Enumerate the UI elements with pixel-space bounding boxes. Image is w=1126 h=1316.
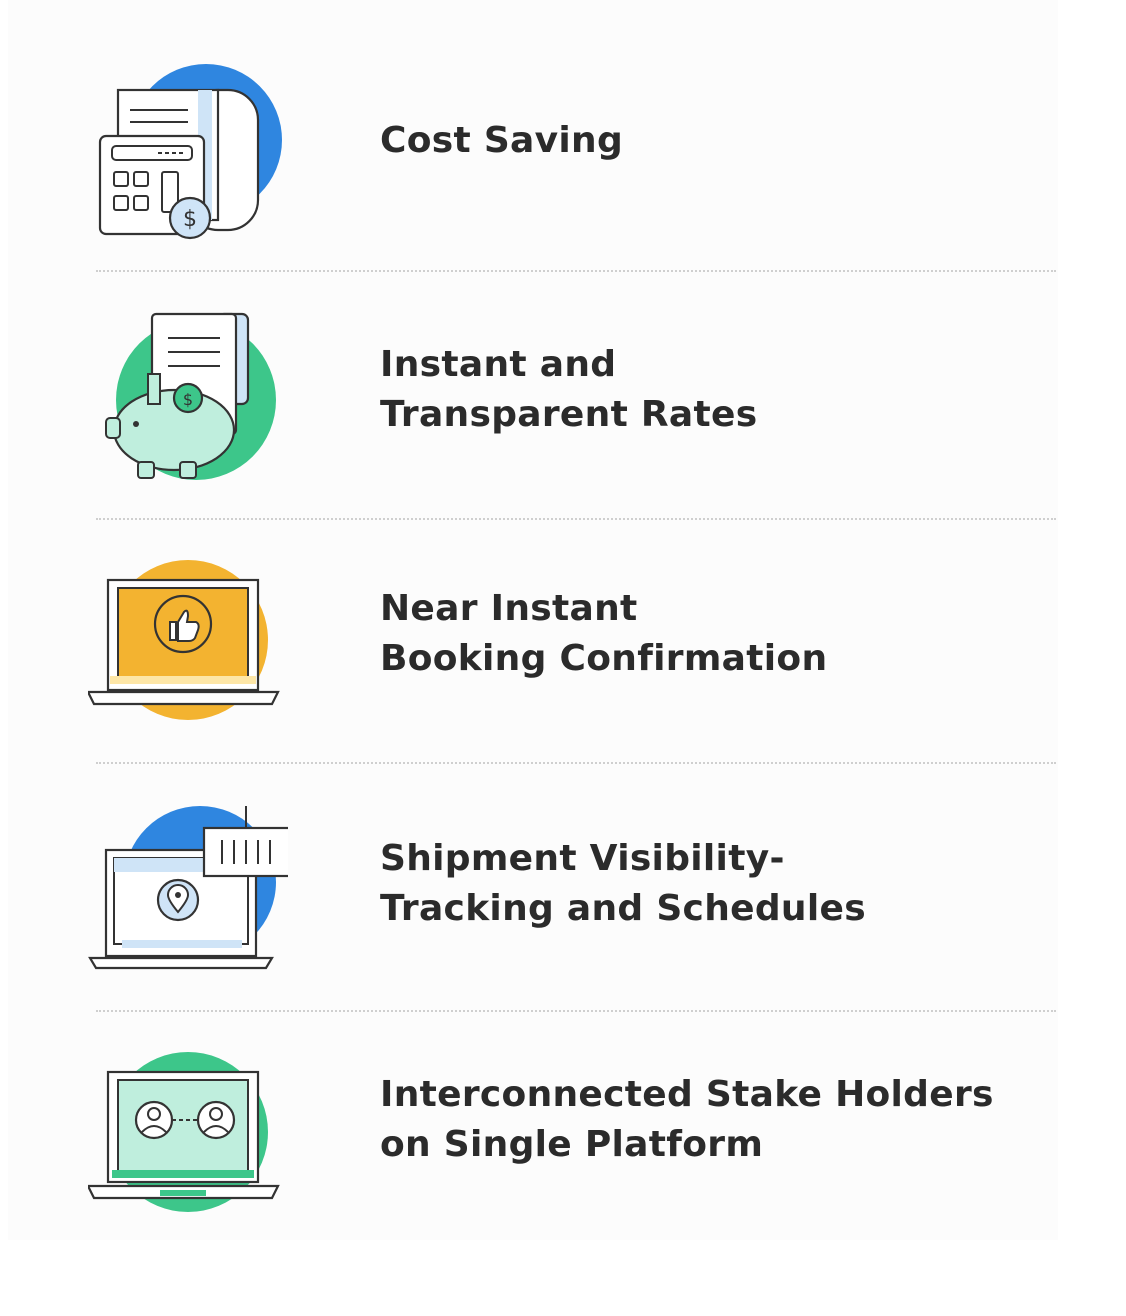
features-panel: $ Cost Saving $ Instant and Transparent … <box>8 0 1058 1240</box>
feature-title: Interconnected Stake Holders on Single P… <box>380 1074 994 1165</box>
feature-title: Cost Saving <box>380 120 624 161</box>
divider <box>96 270 1056 272</box>
piggy-bank-icon: $ <box>88 304 288 494</box>
svg-text:$: $ <box>183 390 193 409</box>
laptop-connected-users-icon <box>88 1044 288 1234</box>
feature-title: Instant and Transparent Rates <box>380 344 758 435</box>
divider <box>96 762 1056 764</box>
feature-title: Near Instant Booking Confirmation <box>380 588 828 679</box>
svg-text:$: $ <box>183 207 197 232</box>
laptop-location-tracking-icon <box>88 800 288 990</box>
divider <box>96 1010 1056 1012</box>
feature-title: Shipment Visibility- Tracking and Schedu… <box>380 838 866 929</box>
calculator-bill-icon: $ <box>88 58 288 248</box>
laptop-thumbs-up-icon <box>88 556 288 746</box>
divider <box>96 518 1056 520</box>
